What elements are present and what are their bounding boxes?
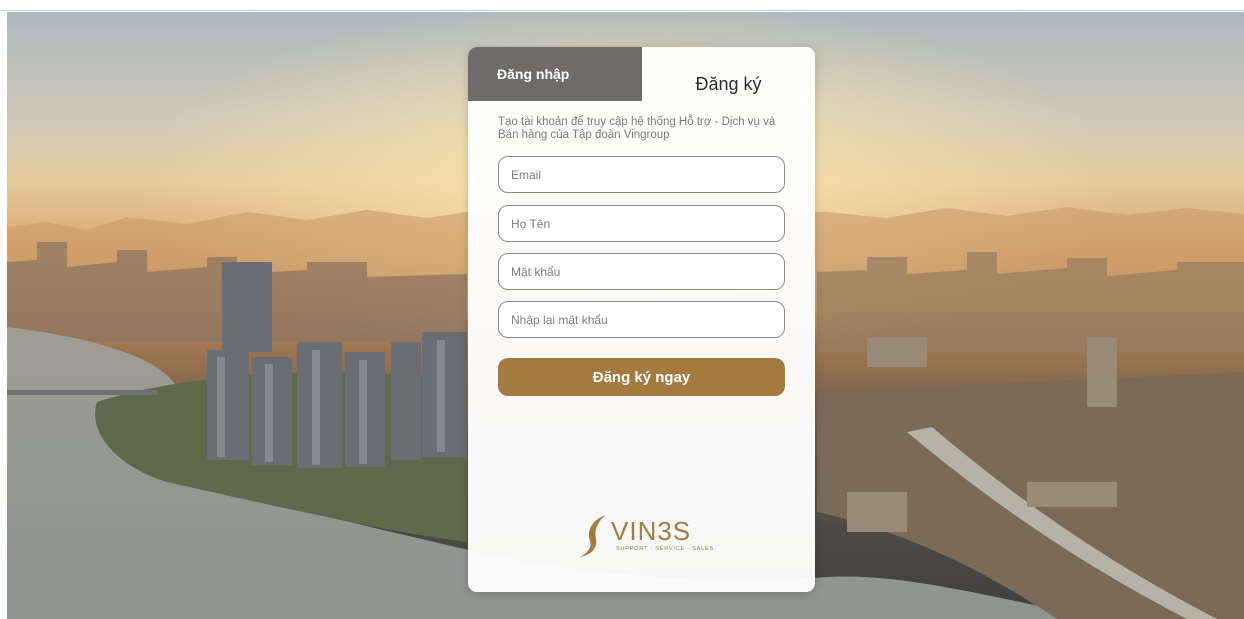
password-field[interactable] (498, 253, 785, 290)
email-field[interactable] (498, 156, 785, 193)
brand-name: VIN3S (611, 516, 692, 546)
fullname-field[interactable] (498, 205, 785, 242)
vin3s-emblem-icon (580, 515, 606, 557)
register-card: Đăng nhập Đăng ký Tạo tài khoản để truy … (468, 47, 815, 592)
confirm-password-field[interactable] (498, 301, 785, 338)
tab-login[interactable]: Đăng nhập (468, 47, 642, 101)
vin3s-logo: VIN3S SUPPORT · SERVICE · SALES (576, 513, 716, 563)
register-submit-button[interactable]: Đăng ký ngay (498, 358, 785, 396)
brand-tagline: SUPPORT · SERVICE · SALES (616, 546, 714, 552)
register-description: Tạo tài khoản để truy cập hệ thống Hỗ tr… (498, 116, 776, 141)
top-divider (0, 0, 1244, 11)
tab-register[interactable]: Đăng ký (642, 47, 815, 101)
